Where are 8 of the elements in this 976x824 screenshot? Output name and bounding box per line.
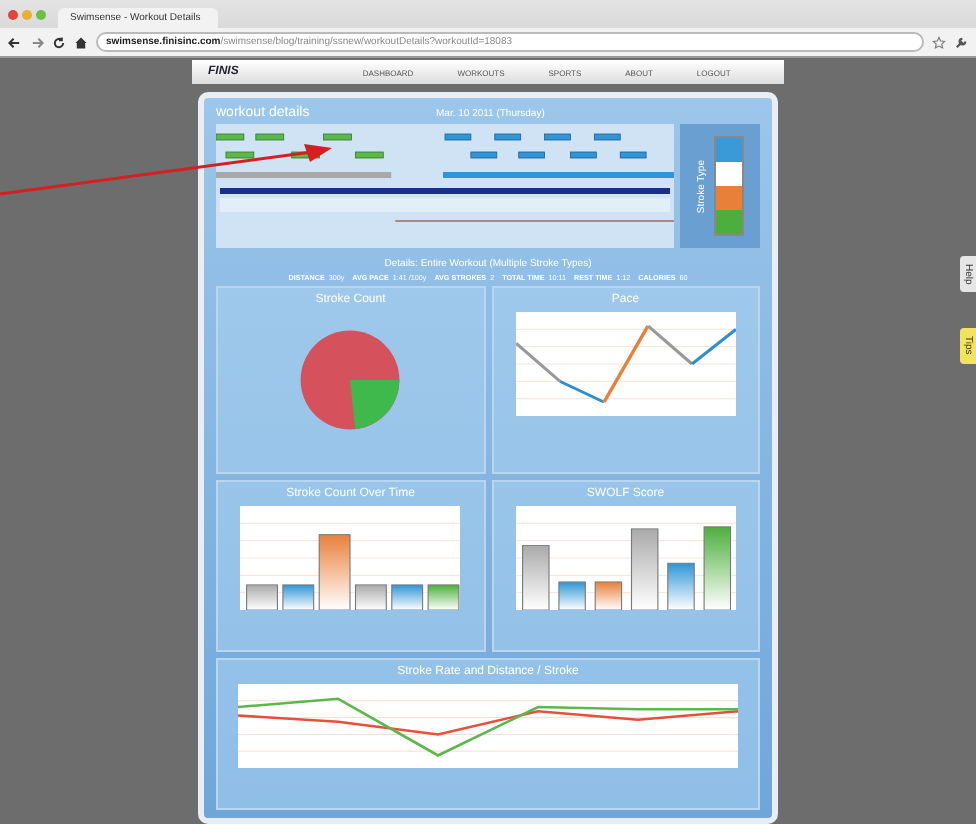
star-icon[interactable] [932, 35, 946, 49]
back-icon[interactable] [8, 35, 22, 49]
wrench-icon[interactable] [954, 35, 968, 49]
reload-icon[interactable] [52, 35, 66, 49]
home-icon[interactable] [74, 35, 88, 49]
pie-chart-drawing [298, 328, 403, 432]
close-window-icon[interactable] [8, 9, 18, 19]
forward-icon[interactable] [30, 35, 44, 49]
